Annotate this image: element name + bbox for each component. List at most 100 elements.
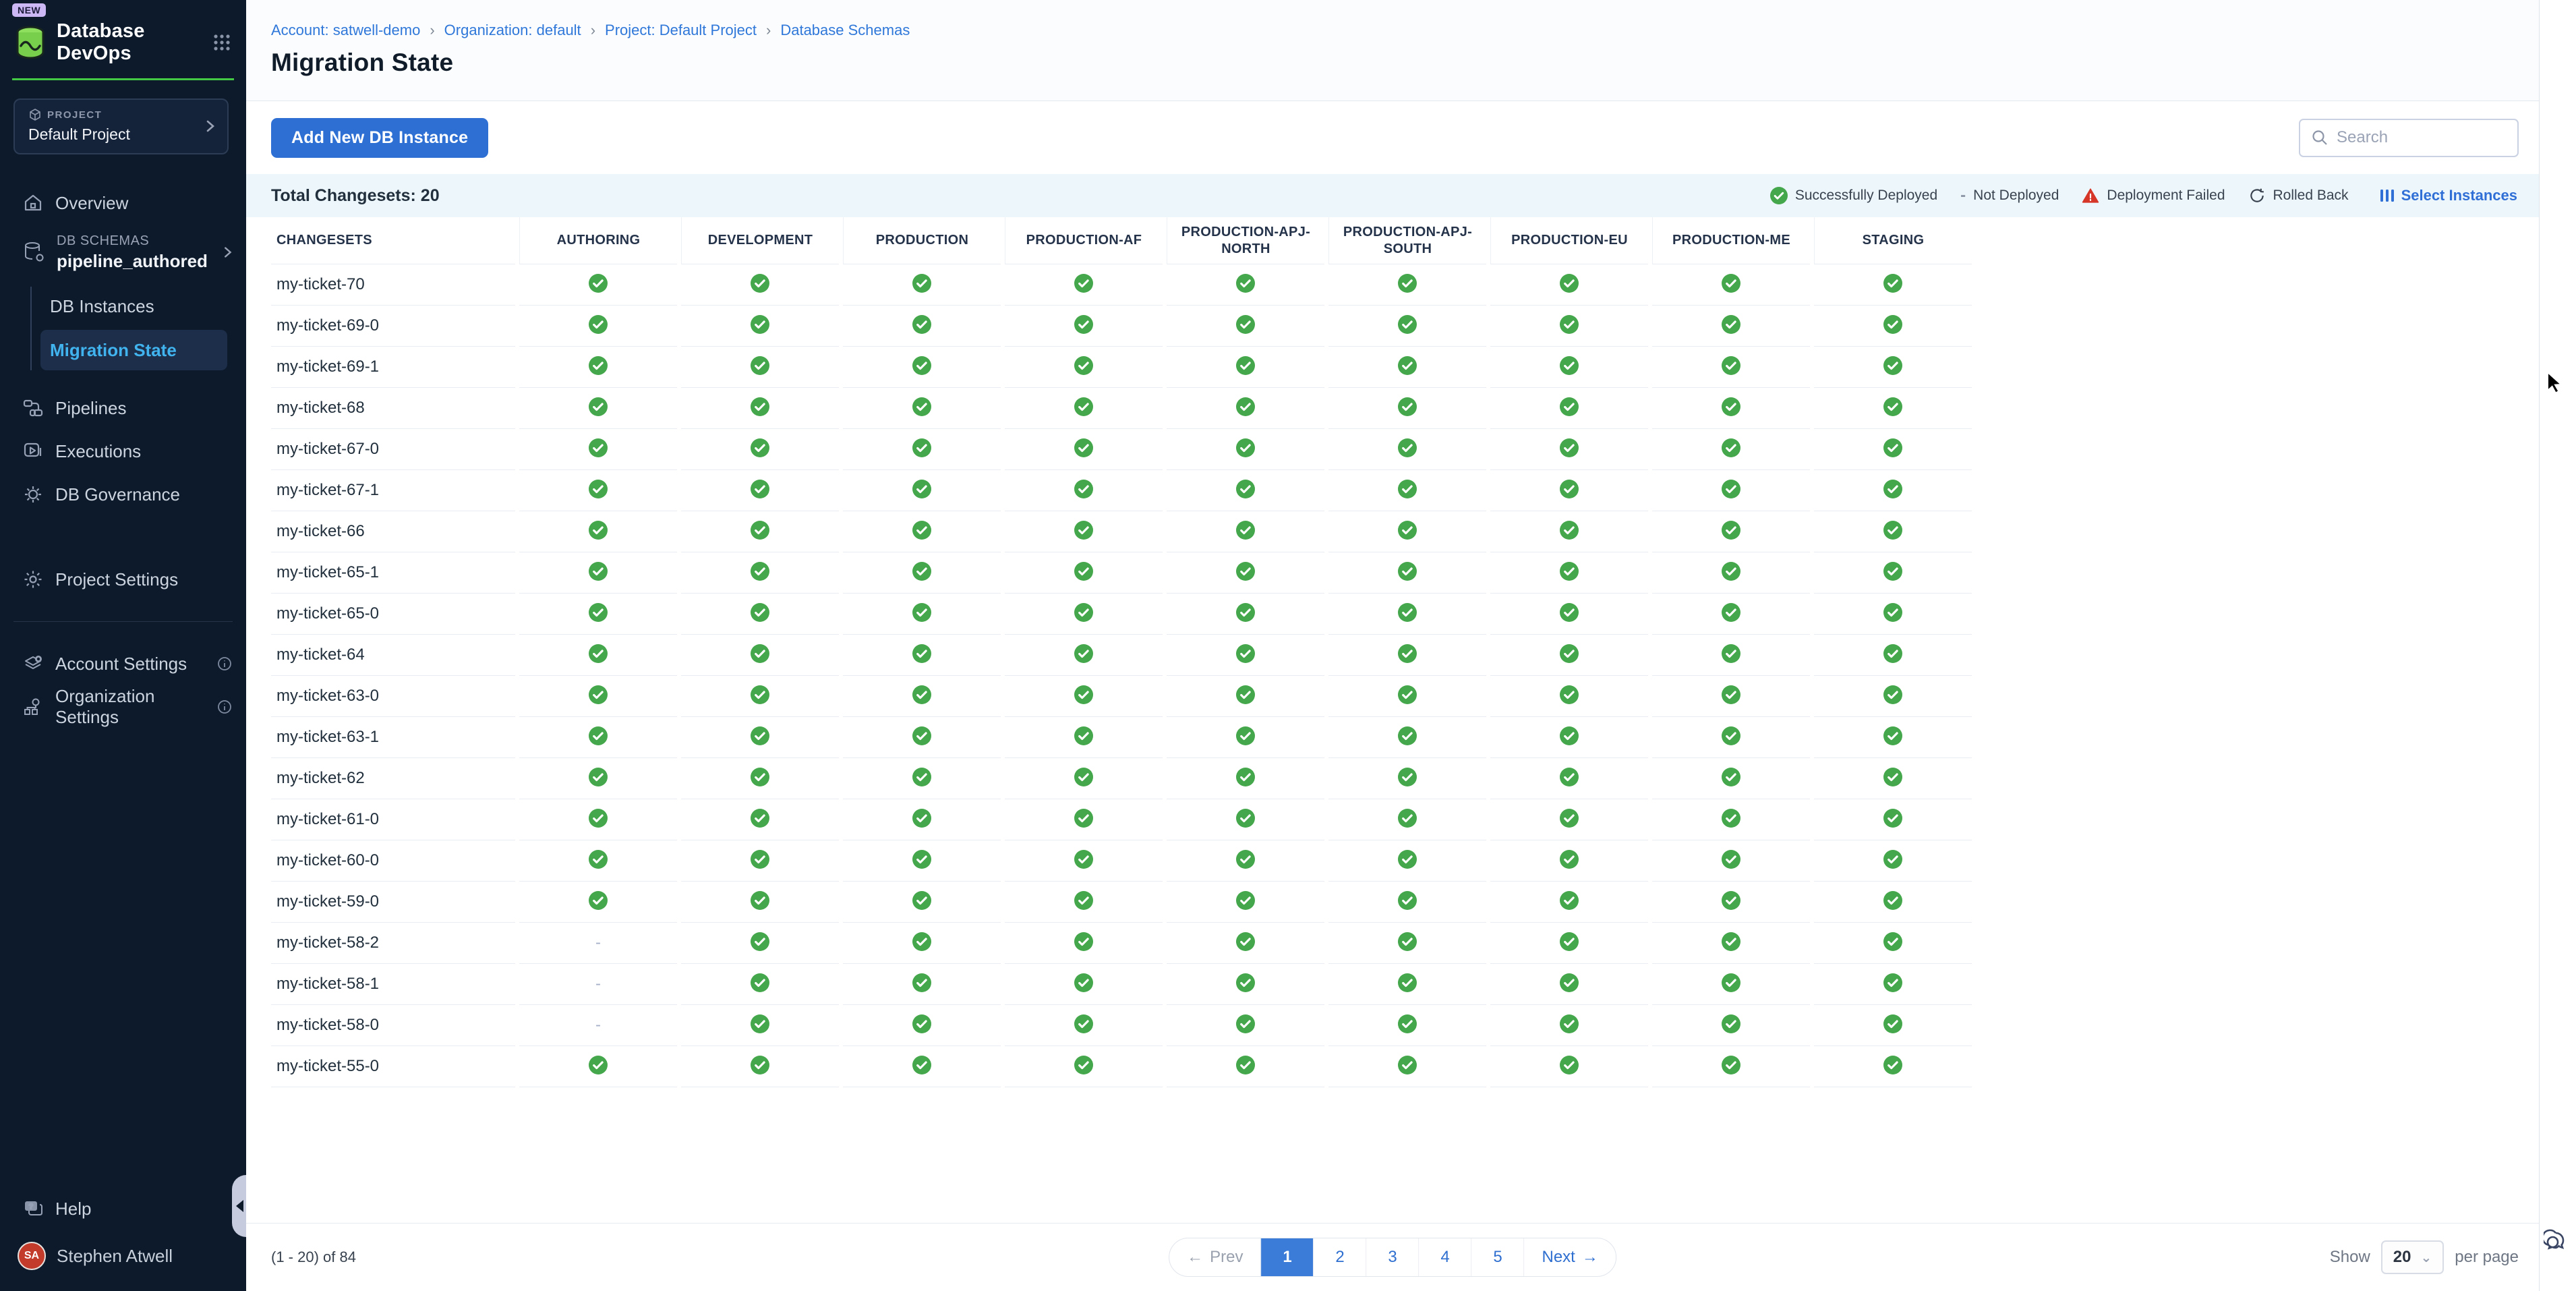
success-check-icon: [1398, 480, 1417, 498]
user-menu[interactable]: SA Stephen Atwell: [0, 1230, 246, 1282]
breadcrumb-account-link[interactable]: Account: satwell-demo: [271, 22, 420, 39]
success-check-icon: [1074, 438, 1093, 457]
sidebar-item-executions[interactable]: Executions: [0, 430, 246, 473]
sidebar-item-db-schemas[interactable]: DB SCHEMAS pipeline_authored: [0, 225, 246, 280]
status-cell-deployed: [681, 1005, 839, 1046]
success-check-icon: [589, 891, 608, 910]
page-button-3[interactable]: 3: [1366, 1238, 1419, 1276]
page-size-select[interactable]: 20 ⌄: [2381, 1240, 2444, 1274]
column-header-staging: STAGING: [1814, 217, 1972, 264]
sidebar-item-organization-settings[interactable]: Organization Settings: [0, 685, 246, 728]
success-check-icon: [1560, 1014, 1579, 1033]
status-cell-deployed: [1652, 758, 1810, 799]
table-row[interactable]: my-ticket-58-1 -: [271, 964, 1972, 1005]
sidebar-item-db-instances[interactable]: DB Instances: [32, 287, 246, 326]
status-cell-deployed: [1652, 923, 1810, 964]
success-check-icon: [1398, 521, 1417, 540]
table-row[interactable]: my-ticket-65-1: [271, 552, 1972, 594]
sidebar-item-label: Organization Settings: [55, 686, 204, 728]
page-button-4[interactable]: 4: [1419, 1238, 1471, 1276]
add-new-db-instance-button[interactable]: Add New DB Instance: [271, 118, 488, 158]
page-button-1[interactable]: 1: [1261, 1238, 1314, 1276]
table-row[interactable]: my-ticket-70: [271, 264, 1972, 306]
success-check-icon: [751, 438, 769, 457]
success-check-icon: [1074, 809, 1093, 828]
status-cell-deployed: [1005, 717, 1163, 758]
status-cell-deployed: [1814, 635, 1972, 676]
table-row[interactable]: my-ticket-60-0: [271, 840, 1972, 882]
sidebar-item-migration-state[interactable]: Migration State: [40, 330, 227, 370]
page-button-2[interactable]: 2: [1314, 1238, 1366, 1276]
success-check-icon: [1236, 1056, 1255, 1074]
success-check-icon: [1560, 315, 1579, 334]
table-row[interactable]: my-ticket-62: [271, 758, 1972, 799]
table-row[interactable]: my-ticket-55-0: [271, 1046, 1972, 1087]
status-cell-deployed: [1167, 840, 1324, 882]
table-row[interactable]: my-ticket-68: [271, 388, 1972, 429]
breadcrumb-project-link[interactable]: Project: Default Project: [605, 22, 757, 39]
sidebar-item-pipelines[interactable]: Pipelines: [0, 386, 246, 430]
status-cell-deployed: [1167, 758, 1324, 799]
status-cell-deployed: [1167, 635, 1324, 676]
status-cell-deployed: [843, 635, 1001, 676]
table-row[interactable]: my-ticket-59-0: [271, 882, 1972, 923]
success-check-icon: [751, 891, 769, 910]
success-check-icon: [912, 1056, 931, 1074]
select-instances-link[interactable]: Select Instances: [2380, 187, 2517, 204]
sidebar-item-overview[interactable]: Overview: [0, 181, 246, 225]
sidebar-item-db-governance[interactable]: DB Governance: [0, 473, 246, 516]
breadcrumb-database-schemas-link[interactable]: Database Schemas: [780, 22, 910, 39]
legend-deployment-failed: Deployment Failed: [2082, 187, 2225, 204]
table-row[interactable]: my-ticket-67-1: [271, 470, 1972, 511]
table-row[interactable]: my-ticket-58-2 -: [271, 923, 1972, 964]
status-cell-deployed: [681, 594, 839, 635]
sidebar-item-help[interactable]: ? Help: [0, 1187, 246, 1230]
chat-widget-icon[interactable]: [2544, 1228, 2572, 1256]
status-cell-deployed: [1328, 676, 1486, 717]
table-row[interactable]: my-ticket-67-0: [271, 429, 1972, 470]
status-cell-deployed: [519, 882, 677, 923]
breadcrumb-organization-link[interactable]: Organization: default: [444, 22, 581, 39]
status-cell-deployed: [681, 306, 839, 347]
next-page-button[interactable]: Next →: [1524, 1238, 1616, 1276]
status-cell-deployed: [1652, 964, 1810, 1005]
table-row[interactable]: my-ticket-61-0: [271, 799, 1972, 840]
status-cell-deployed: [519, 676, 677, 717]
status-cell-deployed: [681, 882, 839, 923]
chevron-down-icon: ⌄: [2420, 1249, 2432, 1266]
table-row[interactable]: my-ticket-64: [271, 635, 1972, 676]
table-row[interactable]: my-ticket-69-1: [271, 347, 1972, 388]
success-check-icon: [1398, 932, 1417, 951]
page-title: Migration State: [271, 49, 2539, 77]
search-input[interactable]: [2337, 128, 2507, 147]
status-cell-deployed: [1005, 635, 1163, 676]
column-header-production-apj-north: PRODUCTION-APJ-NORTH: [1167, 217, 1324, 264]
success-check-icon: [1883, 562, 1902, 581]
page-size-controls: Show 20 ⌄ per page: [2330, 1240, 2519, 1274]
status-cell-deployed: [1167, 470, 1324, 511]
table-row[interactable]: my-ticket-69-0: [271, 306, 1972, 347]
table-row[interactable]: my-ticket-63-1: [271, 717, 1972, 758]
table-row[interactable]: my-ticket-63-0: [271, 676, 1972, 717]
success-check-icon: [751, 932, 769, 951]
status-cell-deployed: [1652, 717, 1810, 758]
table-row[interactable]: my-ticket-66: [271, 511, 1972, 552]
prev-page-button[interactable]: ← Prev: [1169, 1238, 1260, 1276]
project-selector[interactable]: PROJECT Default Project: [13, 98, 229, 154]
table-row[interactable]: my-ticket-65-0: [271, 594, 1972, 635]
changeset-name: my-ticket-61-0: [271, 799, 515, 840]
sidebar-item-project-settings[interactable]: Project Settings: [0, 558, 246, 601]
status-cell-deployed: [1814, 429, 1972, 470]
success-check-icon: [1074, 562, 1093, 581]
sidebar-item-label: DB Governance: [55, 484, 233, 505]
sidebar-item-account-settings[interactable]: Account Settings: [0, 642, 246, 685]
status-cell-deployed: [519, 635, 677, 676]
success-check-icon: [1074, 480, 1093, 498]
status-cell-deployed: [519, 594, 677, 635]
table-row[interactable]: my-ticket-58-0 -: [271, 1005, 1972, 1046]
page-button-5[interactable]: 5: [1471, 1238, 1524, 1276]
status-cell-deployed: [843, 882, 1001, 923]
app-switcher-grid-icon[interactable]: [212, 33, 231, 52]
status-cell-deployed: [1490, 717, 1648, 758]
sidebar-collapse-button[interactable]: [232, 1175, 246, 1237]
